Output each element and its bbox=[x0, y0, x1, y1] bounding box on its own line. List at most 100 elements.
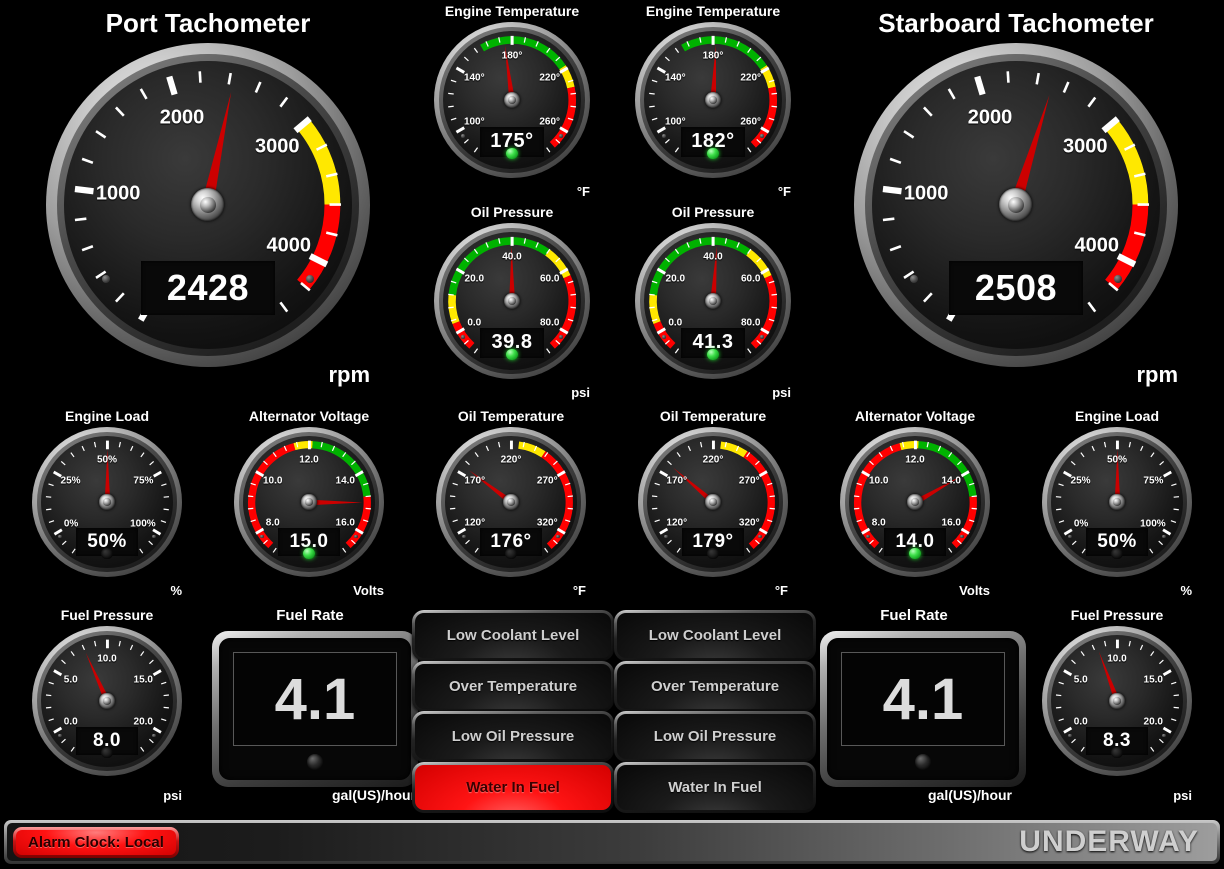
gauge-dial[interactable]: 100°140°180°220°260°182° bbox=[635, 22, 791, 178]
gauge-dial[interactable]: 120°170°220°270°320°176° bbox=[436, 427, 586, 577]
gauge-port-oil-temperature[interactable]: Oil Temperature120°170°220°270°320°176°°… bbox=[436, 408, 586, 598]
gauge-unit-label: °F bbox=[577, 184, 590, 199]
gauge-minor-tick bbox=[61, 739, 65, 743]
gauge-minor-tick bbox=[116, 294, 124, 302]
gauge-unit-label: °F bbox=[775, 583, 788, 598]
status-led-green bbox=[909, 548, 920, 559]
port-fuel-rate-panel[interactable]: 4.1 bbox=[212, 631, 418, 787]
gauge-minor-tick bbox=[365, 508, 370, 509]
gauge-face: 100°140°180°220°260°175° bbox=[443, 31, 581, 169]
gauge-minor-tick bbox=[1081, 747, 1084, 751]
gauge-dial[interactable]: 0.05.010.015.020.08.3 bbox=[1042, 626, 1192, 776]
gauge-hub bbox=[705, 92, 721, 108]
gauge-starboard-tachometer[interactable]: Starboard Tachometer01000200030004000250… bbox=[854, 8, 1178, 388]
alarm-button-starboard-1[interactable]: Over Temperature bbox=[614, 661, 816, 712]
gauge-minor-tick bbox=[365, 496, 370, 497]
gauge-minor-tick bbox=[1173, 707, 1178, 708]
gauge-hub bbox=[99, 494, 114, 509]
gauge-dial[interactable]: 120°170°220°270°320°179° bbox=[638, 427, 788, 577]
port-fuel-rate-led bbox=[307, 754, 323, 770]
gauge-face: 0.020.040.060.080.039.8 bbox=[443, 232, 581, 370]
gauge-tick-label: 2000 bbox=[160, 107, 205, 130]
gauge-minor-tick bbox=[498, 442, 499, 447]
gauge-tick-label: 12.0 bbox=[299, 455, 318, 466]
gauge-face: 8.010.012.014.016.015.0 bbox=[243, 436, 376, 569]
gauge-minor-tick bbox=[1173, 695, 1178, 696]
gauge-dial[interactable]: 0.020.040.060.080.039.8 bbox=[434, 223, 590, 379]
gauge-hub bbox=[907, 494, 922, 509]
gauge-minor-tick bbox=[649, 93, 654, 94]
gauge-starboard-engine-temperature[interactable]: Engine Temperature100°140°180°220°260°18… bbox=[635, 3, 791, 199]
gauge-minor-tick bbox=[94, 641, 95, 646]
gauge-tick-label: 20.0 bbox=[666, 274, 685, 285]
gauge-port-fuel-pressure[interactable]: Fuel Pressure0.05.010.015.020.08.0psi bbox=[32, 607, 182, 803]
gauge-minor-tick bbox=[665, 139, 669, 143]
gauge-minor-tick bbox=[688, 446, 690, 451]
digital-starboard-fuel-rate: Fuel Rate 4.1 gal(US)/hour bbox=[812, 607, 1016, 803]
starboard-fuel-rate-panel[interactable]: 4.1 bbox=[820, 631, 1026, 787]
alarm-button-port-1[interactable]: Over Temperature bbox=[412, 661, 614, 712]
gauge-minor-tick bbox=[200, 72, 201, 83]
gauge-minor-tick bbox=[1008, 72, 1009, 83]
gauge-unit-label: psi bbox=[1173, 788, 1192, 803]
gauge-major-tick bbox=[153, 529, 160, 533]
gauge-screw bbox=[866, 535, 870, 539]
starboard-fuel-rate-title: Fuel Rate bbox=[812, 607, 1016, 624]
gauge-dial[interactable]: 010002000300040002508 bbox=[854, 43, 1178, 367]
gauge-tick-label: 16.0 bbox=[942, 517, 961, 528]
gauge-starboard-alternator-voltage[interactable]: Alternator Voltage8.010.012.014.016.014.… bbox=[840, 408, 990, 598]
gauge-dial[interactable]: 0%25%50%75%100%50% bbox=[1042, 427, 1192, 577]
gauge-tick-label: 75% bbox=[133, 476, 153, 487]
gauge-minor-tick bbox=[71, 747, 74, 751]
gauge-tick-label: 120° bbox=[464, 517, 485, 528]
alarm-button-port-3[interactable]: Water In Fuel bbox=[412, 762, 614, 813]
gauge-dial[interactable]: 8.010.012.014.016.014.0 bbox=[840, 427, 990, 577]
gauge-dial[interactable]: 010002000300040002428 bbox=[46, 43, 370, 367]
gauge-port-engine-load[interactable]: Engine Load0%25%50%75%100%50%% bbox=[32, 408, 182, 598]
alarm-button-starboard-3[interactable]: Water In Fuel bbox=[614, 762, 816, 813]
alarm-button-port-0[interactable]: Low Coolant Level bbox=[412, 610, 614, 661]
gauge-band bbox=[653, 241, 748, 295]
alarm-button-starboard-0[interactable]: Low Coolant Level bbox=[614, 610, 816, 661]
gauge-hub bbox=[504, 293, 520, 309]
gauge-minor-tick bbox=[161, 682, 166, 684]
gauge-tick-label: 3000 bbox=[255, 135, 300, 158]
gauge-minor-tick bbox=[854, 508, 859, 509]
alarm-button-label: Low Oil Pressure bbox=[415, 714, 611, 759]
gauge-port-tachometer[interactable]: Port Tachometer010002000300040002428rpm bbox=[46, 8, 370, 388]
gauge-port-oil-pressure[interactable]: Oil Pressure0.020.040.060.080.039.8psi bbox=[434, 204, 590, 400]
gauge-starboard-oil-temperature[interactable]: Oil Temperature120°170°220°270°320°179°°… bbox=[638, 408, 788, 598]
gauge-tick-label: 100° bbox=[464, 116, 485, 127]
gauge-tick-label: 260° bbox=[740, 116, 761, 127]
gauge-dial[interactable]: 0%25%50%75%100%50% bbox=[32, 427, 182, 577]
gauge-starboard-engine-load[interactable]: Engine Load0%25%50%75%100%50%% bbox=[1042, 408, 1192, 598]
gauge-dial[interactable]: 0.020.040.060.080.041.3 bbox=[635, 223, 791, 379]
gauge-starboard-oil-pressure[interactable]: Oil Pressure0.020.040.060.080.041.3psi bbox=[635, 204, 791, 400]
gauge-unit-label: % bbox=[170, 583, 182, 598]
gauge-dial[interactable]: 8.010.012.014.016.015.0 bbox=[234, 427, 384, 577]
gauge-band bbox=[653, 295, 657, 323]
gauge-dial[interactable]: 100°140°180°220°260°175° bbox=[434, 22, 590, 178]
alarm-button-starboard-2[interactable]: Low Oil Pressure bbox=[614, 711, 816, 762]
gauge-unit-label: Volts bbox=[959, 583, 990, 598]
gauge-port-engine-temperature[interactable]: Engine Temperature100°140°180°220°260°17… bbox=[434, 3, 590, 199]
gauge-minor-tick bbox=[771, 93, 776, 94]
gauge-minor-tick bbox=[675, 48, 678, 52]
gauge-title: Port Tachometer bbox=[46, 8, 370, 39]
alarm-clock-badge[interactable]: Alarm Clock: Local bbox=[13, 827, 179, 858]
gauge-minor-tick bbox=[229, 74, 231, 85]
gauge-minor-tick bbox=[475, 452, 478, 456]
gauge-major-tick bbox=[53, 728, 60, 732]
gauge-dial[interactable]: 0.05.010.015.020.08.0 bbox=[32, 626, 182, 776]
gauge-minor-tick bbox=[464, 57, 468, 61]
gauge-port-alternator-voltage[interactable]: Alternator Voltage8.010.012.014.016.015.… bbox=[234, 408, 384, 598]
gauge-minor-tick bbox=[652, 118, 657, 120]
alarm-button-port-2[interactable]: Low Oil Pressure bbox=[412, 711, 614, 762]
gauge-minor-tick bbox=[665, 57, 669, 61]
gauge-minor-tick bbox=[570, 93, 575, 94]
gauge-band bbox=[452, 295, 456, 323]
gauge-minor-tick bbox=[649, 294, 654, 295]
gauge-starboard-fuel-pressure[interactable]: Fuel Pressure0.05.010.015.020.08.3psi bbox=[1042, 607, 1192, 803]
gauge-minor-tick bbox=[677, 452, 680, 456]
gauge-minor-tick bbox=[1092, 446, 1094, 451]
